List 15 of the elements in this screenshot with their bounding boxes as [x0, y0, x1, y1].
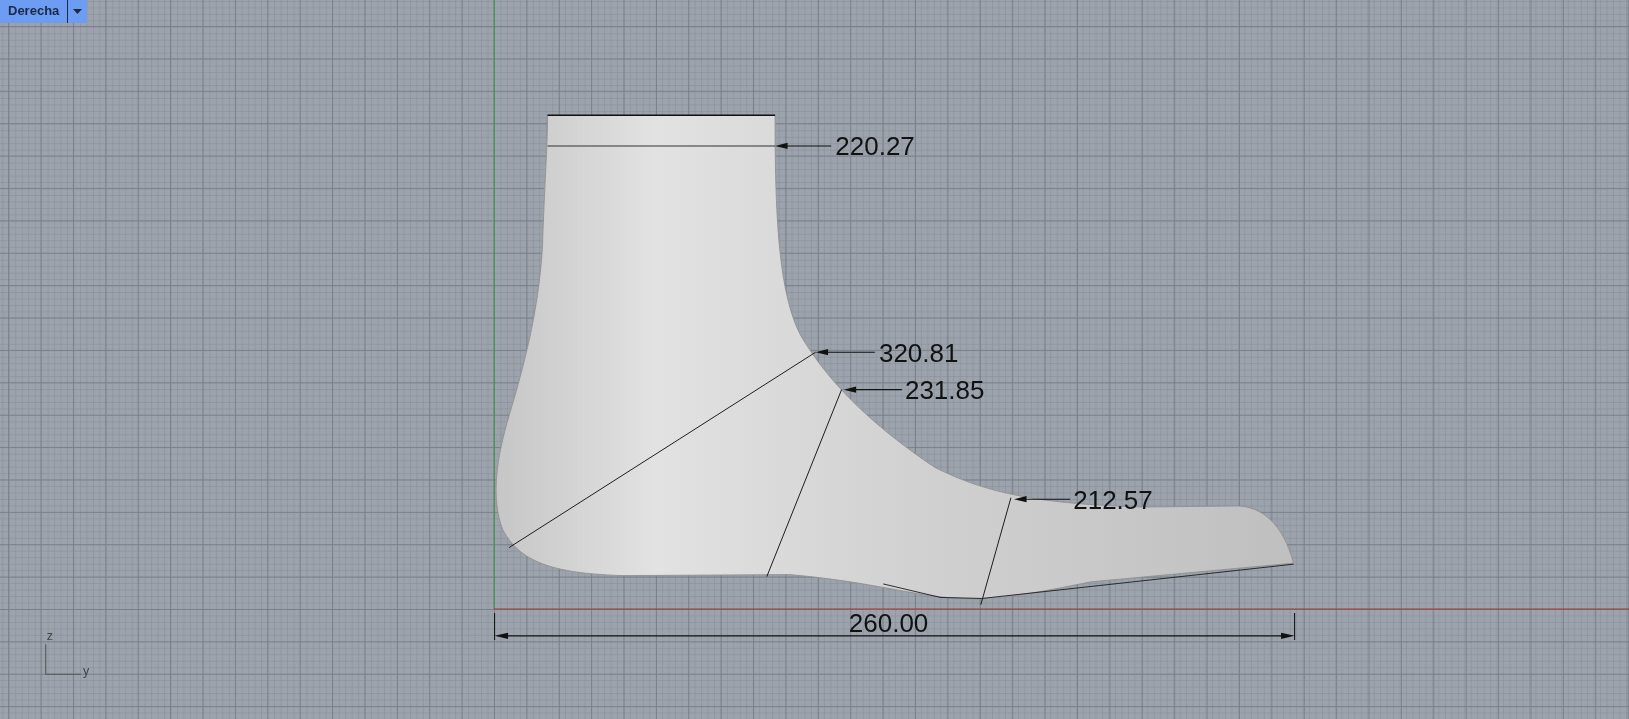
leader-arrow	[815, 349, 876, 356]
leader-arrow	[843, 386, 903, 393]
dimension-value: 231.85	[904, 375, 985, 405]
leader-arrow	[1014, 496, 1071, 503]
leader-arrow	[775, 142, 832, 150]
viewport-title[interactable]: Derecha	[0, 0, 68, 23]
axis-label: y	[83, 664, 90, 679]
dimension-value: 220.27	[835, 131, 915, 162]
viewport-menu-button[interactable]	[67, 0, 88, 23]
caret-icon	[73, 9, 83, 14]
dimension-value: 260.00	[848, 607, 929, 638]
dimension-value: 212.57	[1073, 484, 1153, 515]
axis-label: z	[46, 629, 53, 643]
axis-icon	[45, 643, 82, 675]
dimension-value: 320.81	[879, 337, 959, 368]
